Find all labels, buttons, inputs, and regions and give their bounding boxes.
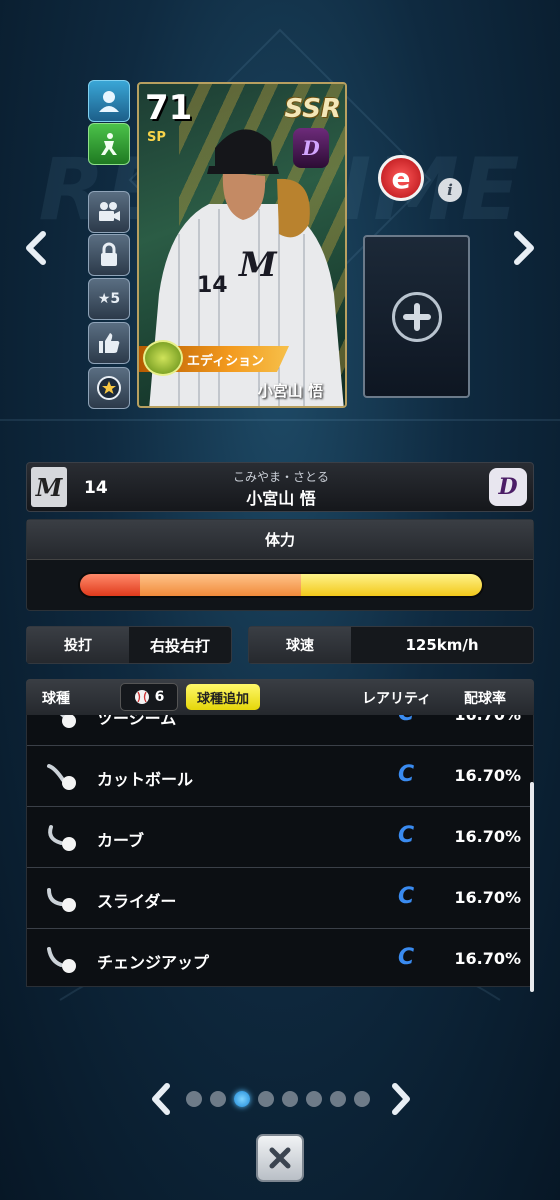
pitch-speed-label: 球速 xyxy=(249,627,351,663)
player-profile-button[interactable] xyxy=(88,80,130,122)
page-dot[interactable] xyxy=(258,1091,274,1107)
pitch-name: ツーシーム xyxy=(97,715,177,728)
add-card-button[interactable] xyxy=(391,291,442,342)
pitch-row[interactable]: ツーシーム C 16.70% xyxy=(27,715,533,746)
video-button[interactable] xyxy=(88,191,130,233)
pitch-name: カットボール xyxy=(97,770,194,789)
baseball-icon xyxy=(134,690,149,704)
pitch-count-badge: 6 xyxy=(120,683,178,711)
card-position: SP xyxy=(147,130,166,145)
pitcher-type-button[interactable] xyxy=(88,123,130,165)
pitch-name: チェンジアップ xyxy=(97,953,210,972)
card-overall-rating: 71 xyxy=(145,88,193,128)
star-badge-icon xyxy=(97,376,121,400)
card-team-logo: D xyxy=(293,128,329,168)
rarity-header: レアリティ xyxy=(362,691,432,707)
pitch-row[interactable]: カーブ C 16.70% xyxy=(27,807,533,868)
page-dot[interactable] xyxy=(282,1091,298,1107)
pitch-trajectory-icon xyxy=(47,888,76,912)
stamina-bar xyxy=(78,572,484,598)
pitch-rate: 16.70% xyxy=(454,827,521,846)
pitch-trajectory-icon xyxy=(59,715,76,728)
lock-icon xyxy=(101,242,117,266)
chevron-left-icon xyxy=(26,231,46,265)
stamina-label: 体力 xyxy=(27,520,533,560)
pitch-row[interactable]: スライダー C 16.70% xyxy=(27,868,533,929)
add-pitch-button[interactable]: 球種追加 xyxy=(186,684,260,710)
player-profile-icon xyxy=(99,91,119,112)
pitch-list-scrollbar[interactable] xyxy=(530,782,534,992)
page-dot[interactable] xyxy=(186,1091,202,1107)
pitch-list[interactable]: ツーシーム C 16.70% カットボール C 16.70% カーブ C 16.… xyxy=(26,715,534,987)
pitch-rarity: C xyxy=(398,762,415,787)
close-button[interactable] xyxy=(256,1134,304,1182)
empty-card-slot[interactable] xyxy=(363,235,470,398)
pitch-speed-value: 125km/h xyxy=(405,636,479,654)
pitch-count-value: 6 xyxy=(154,689,165,705)
page-prev-button[interactable] xyxy=(146,1082,176,1116)
pitch-name: カーブ xyxy=(97,831,145,850)
stamina-bar-fill xyxy=(80,574,482,596)
page-dot[interactable] xyxy=(210,1091,226,1107)
throw-bat-box: 投打 右投右打 xyxy=(26,626,232,664)
pitch-rate: 16.70% xyxy=(454,949,521,968)
page-dot-active[interactable] xyxy=(234,1091,250,1107)
pitch-table-header: 球種 6 球種追加 レアリティ 配球率 xyxy=(26,679,534,715)
stamina-panel: 体力 xyxy=(26,519,534,611)
player-card[interactable]: 14 M 71 SP SSR D エディション 小宮山 悟 xyxy=(137,82,347,408)
page-dot[interactable] xyxy=(306,1091,322,1107)
chevron-left-icon xyxy=(152,1083,170,1115)
info-button[interactable]: i xyxy=(438,178,462,202)
pitcher-type-icon xyxy=(101,133,117,155)
pitch-rarity: C xyxy=(398,884,415,909)
e-badge-icon[interactable]: e xyxy=(378,155,424,201)
like-button[interactable] xyxy=(88,322,130,364)
next-player-button[interactable] xyxy=(506,228,542,268)
pitch-name: スライダー xyxy=(97,892,177,911)
card-number: 14 xyxy=(197,273,228,298)
pitch-speed-box: 球速 125km/h xyxy=(248,626,534,664)
pitch-type-header: 球種 xyxy=(42,691,70,707)
pitch-rate-header: 配球率 xyxy=(464,691,506,707)
throw-bat-value: 右投右打 xyxy=(149,636,210,655)
pitch-trajectory-icon xyxy=(48,825,76,851)
chevron-right-icon xyxy=(392,1083,410,1115)
card-team-mark: M xyxy=(238,245,278,285)
page-indicator xyxy=(186,1091,370,1107)
pitch-rarity: C xyxy=(398,945,415,970)
pitch-row[interactable]: カットボール C 16.70% xyxy=(27,746,533,807)
pitch-rarity: C xyxy=(398,823,415,848)
favorite-badge-button[interactable] xyxy=(88,367,130,409)
player-name-reading: こみやま・さとる xyxy=(232,470,329,484)
player-name-bar: M 14 こみやま・さとる 小宮山 悟 D xyxy=(26,462,534,512)
pitch-rarity: C xyxy=(398,715,414,726)
star-rank-button[interactable]: ★5 xyxy=(88,278,130,320)
pitch-row[interactable]: チェンジアップ C 16.70% xyxy=(27,929,533,986)
plus-icon xyxy=(402,302,431,331)
pitch-rate: 16.70% xyxy=(454,715,521,724)
chevron-right-icon xyxy=(514,231,534,265)
thumbs-up-icon xyxy=(99,333,120,353)
video-camera-icon xyxy=(99,202,120,221)
pitch-rate: 16.70% xyxy=(454,766,521,785)
close-icon xyxy=(269,1147,291,1169)
player-name: 小宮山 悟 xyxy=(246,489,316,508)
card-rarity: SSR xyxy=(284,94,341,124)
card-player-name: 小宮山 悟 xyxy=(257,382,323,400)
throw-bat-label: 投打 xyxy=(27,627,129,663)
lock-button[interactable] xyxy=(88,234,130,276)
pitch-trajectory-icon xyxy=(47,764,76,790)
page-next-button[interactable] xyxy=(386,1082,416,1116)
previous-player-button[interactable] xyxy=(18,228,54,268)
page-dot[interactable] xyxy=(330,1091,346,1107)
edition-badge-icon xyxy=(143,340,183,376)
pitch-trajectory-icon xyxy=(47,947,76,973)
pitch-rate: 16.70% xyxy=(454,888,521,907)
player-team-logo: D xyxy=(489,468,527,506)
page-dot[interactable] xyxy=(354,1091,370,1107)
